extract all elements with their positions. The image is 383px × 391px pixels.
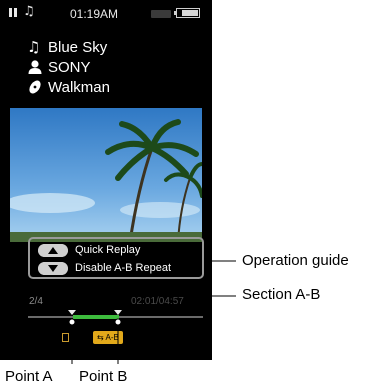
status-indicator [151, 10, 171, 18]
artist-icon [28, 60, 42, 74]
section-ab-highlight [73, 315, 119, 319]
battery-icon [174, 8, 200, 18]
album-icon [29, 80, 41, 94]
callout-point-b: Point B [79, 368, 128, 385]
artist-name: SONY [48, 59, 91, 76]
operation-guide: Quick Replay Disable A-B Repeat [28, 237, 204, 279]
player-screen: ♫ 01:19AM ♫ Blue Sky SONY Walkman Quick … [0, 0, 212, 360]
point-b-marker [114, 310, 122, 315]
music-note-icon: ♫ [27, 38, 41, 56]
guide-row-disable-ab-repeat[interactable]: Disable A-B Repeat [30, 261, 202, 277]
down-button-icon [38, 262, 68, 275]
callout-point-a: Point A [5, 368, 53, 385]
clock-time: 01:19AM [70, 7, 119, 21]
repeat-indicator-icon [62, 333, 69, 342]
guide-label-quick-replay: Quick Replay [75, 244, 141, 256]
ab-repeat-badge: ⇆ A-B [93, 331, 123, 344]
callout-section-ab: Section A-B [242, 286, 321, 303]
track-position: 2/4 [29, 296, 43, 307]
album-art-image [10, 108, 202, 242]
status-bar: ♫ 01:19AM [0, 0, 212, 26]
music-note-icon: ♫ [23, 4, 35, 19]
guide-label-disable-ab-repeat: Disable A-B Repeat [75, 262, 171, 274]
up-button-icon [38, 244, 68, 257]
pause-icon [9, 8, 19, 18]
guide-row-quick-replay[interactable]: Quick Replay [30, 243, 202, 259]
track-time: 02:01/04:57 [131, 296, 184, 307]
song-title: Blue Sky [48, 39, 108, 56]
point-a-marker [68, 310, 76, 315]
callout-operation-guide: Operation guide [242, 252, 349, 269]
album-name: Walkman [48, 79, 110, 96]
